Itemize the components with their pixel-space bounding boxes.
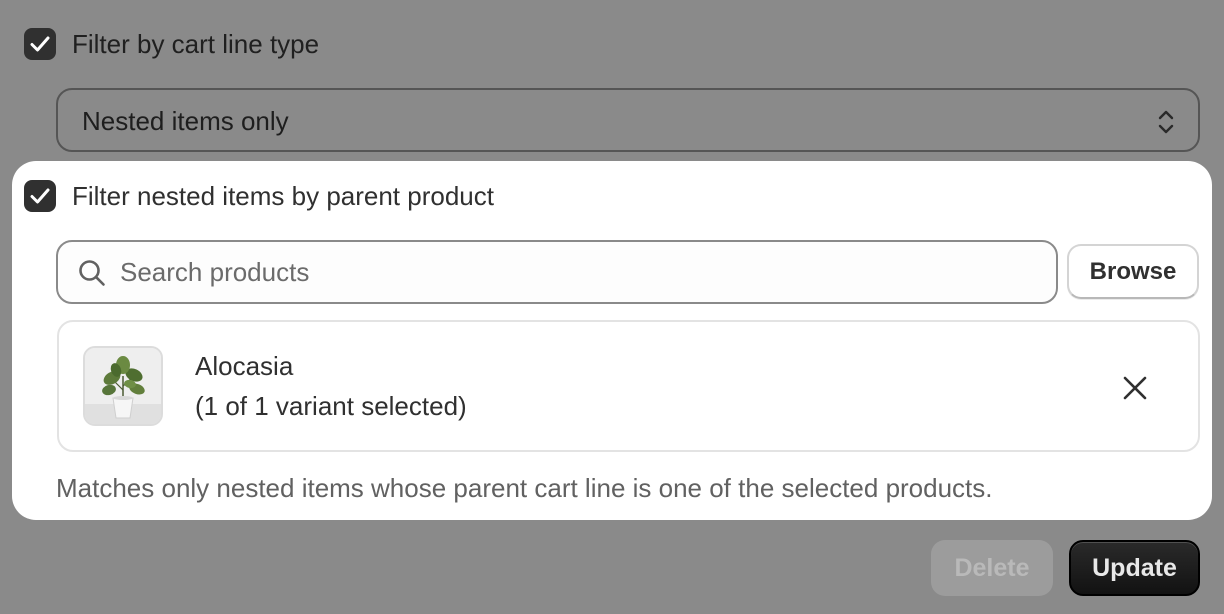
close-icon [1123, 376, 1147, 400]
product-search-field[interactable] [56, 240, 1058, 304]
product-variant-summary: (1 of 1 variant selected) [195, 391, 467, 421]
filter-parent-product-label: Filter nested items by parent product [72, 181, 494, 211]
filter-cart-line-type-checkbox[interactable] [24, 28, 56, 60]
delete-button[interactable]: Delete [931, 540, 1053, 596]
help-text: Matches only nested items whose parent c… [56, 473, 993, 503]
chevron-up-down-icon [1158, 110, 1174, 134]
checkmark-icon [30, 188, 50, 204]
potted-plant-image [85, 348, 161, 424]
checkmark-icon [30, 36, 50, 52]
filter-parent-product-checkbox[interactable] [24, 180, 56, 212]
update-button[interactable]: Update [1069, 540, 1200, 596]
selected-product-item: Alocasia (1 of 1 variant selected) [57, 320, 1200, 452]
cart-line-type-select[interactable]: Nested items only [56, 88, 1200, 152]
product-name: Alocasia [195, 351, 294, 381]
browse-button[interactable]: Browse [1067, 244, 1199, 299]
search-icon [79, 260, 105, 286]
product-search-input[interactable] [120, 255, 1020, 289]
parent-product-filter-panel: Filter nested items by parent product Br… [12, 161, 1212, 520]
filter-cart-line-type-label: Filter by cart line type [72, 29, 320, 59]
remove-product-button[interactable] [1115, 368, 1155, 408]
cart-line-type-value: Nested items only [82, 106, 289, 136]
product-thumbnail [83, 346, 163, 426]
